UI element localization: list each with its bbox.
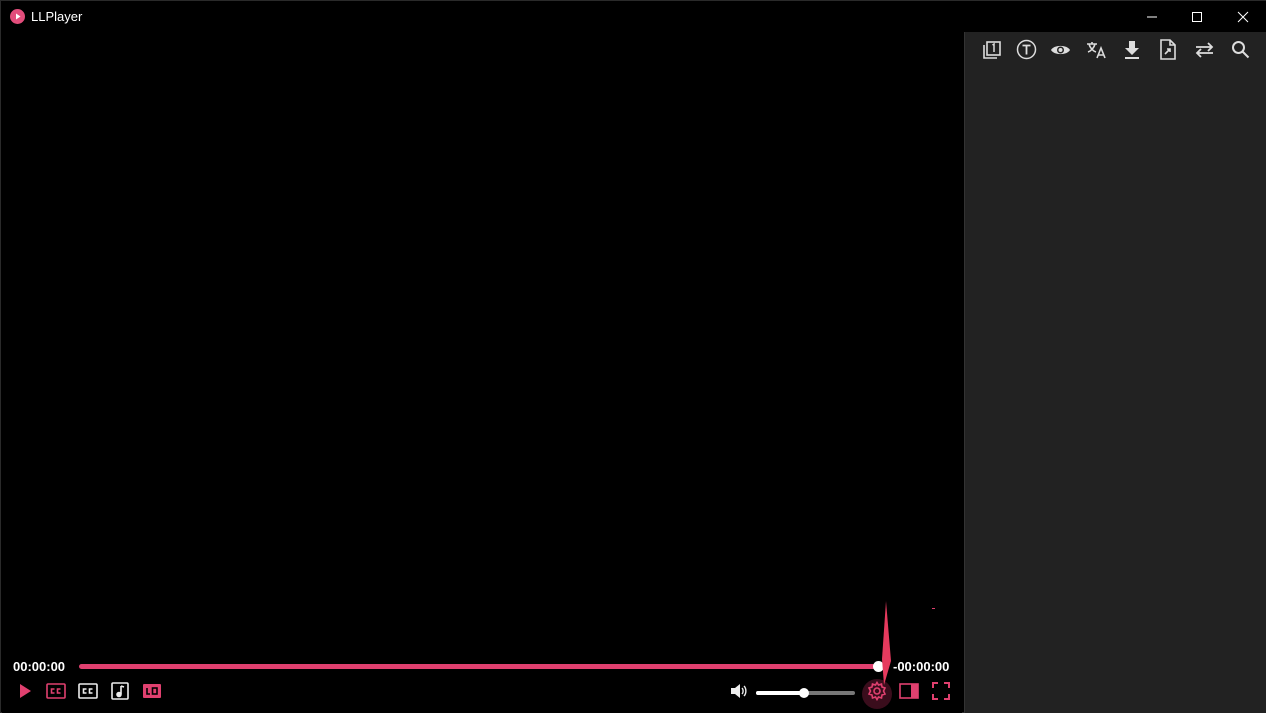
text-icon bbox=[1016, 39, 1037, 65]
swap-button[interactable] bbox=[1191, 40, 1217, 64]
ai-subtitle-icon bbox=[142, 683, 162, 704]
current-time: 00:00:00 bbox=[13, 659, 66, 674]
visibility-button[interactable] bbox=[1047, 40, 1073, 64]
translate-button[interactable] bbox=[1083, 40, 1109, 64]
primary-subtitle-icon bbox=[46, 682, 66, 704]
close-button[interactable] bbox=[1220, 1, 1266, 32]
mute-button[interactable] bbox=[728, 683, 750, 703]
stray-mark bbox=[932, 608, 935, 609]
sidebar-toolbar bbox=[965, 32, 1266, 72]
seek-bar[interactable] bbox=[79, 664, 879, 669]
audio-track-button[interactable] bbox=[109, 681, 131, 705]
search-icon bbox=[1231, 40, 1250, 64]
text-style-button[interactable] bbox=[1013, 39, 1039, 65]
maximize-button[interactable] bbox=[1174, 1, 1220, 32]
minimize-button[interactable] bbox=[1129, 1, 1175, 32]
subtitle-sidebar bbox=[964, 32, 1266, 713]
fullscreen-button[interactable] bbox=[930, 681, 952, 705]
fullscreen-icon bbox=[932, 681, 950, 705]
sidebar-toggle-button[interactable] bbox=[898, 682, 920, 704]
subtitle-list-icon bbox=[982, 40, 1002, 65]
volume-icon bbox=[730, 683, 748, 704]
export-file-icon bbox=[1159, 39, 1177, 65]
title-bar[interactable]: LLPlayer bbox=[1, 1, 1266, 32]
ai-subtitle-button[interactable] bbox=[141, 683, 163, 703]
export-button[interactable] bbox=[1155, 39, 1181, 65]
app-logo-icon bbox=[10, 9, 25, 24]
play-icon bbox=[18, 683, 32, 704]
secondary-subtitle-icon bbox=[78, 682, 98, 704]
audio-track-icon bbox=[111, 681, 129, 705]
download-icon bbox=[1123, 40, 1141, 65]
volume-thumb[interactable] bbox=[799, 688, 809, 698]
secondary-subtitle-button[interactable] bbox=[77, 682, 99, 704]
eye-icon bbox=[1050, 43, 1071, 62]
sidebar-toggle-icon bbox=[899, 682, 919, 704]
search-button[interactable] bbox=[1227, 40, 1253, 64]
annotation-arrow-icon bbox=[882, 601, 891, 685]
remaining-time: -00:00:00 bbox=[893, 659, 950, 674]
play-button[interactable] bbox=[14, 683, 36, 703]
primary-subtitle-button[interactable] bbox=[45, 682, 67, 704]
swap-icon bbox=[1194, 41, 1215, 64]
video-surface[interactable] bbox=[2, 32, 962, 713]
translate-icon bbox=[1086, 40, 1107, 65]
app-window: LLPlayer 00:00:00 -00:00:00 bbox=[0, 0, 1266, 713]
download-button[interactable] bbox=[1119, 40, 1145, 64]
app-title: LLPlayer bbox=[31, 9, 83, 24]
subtitle-list-button[interactable] bbox=[979, 40, 1005, 64]
